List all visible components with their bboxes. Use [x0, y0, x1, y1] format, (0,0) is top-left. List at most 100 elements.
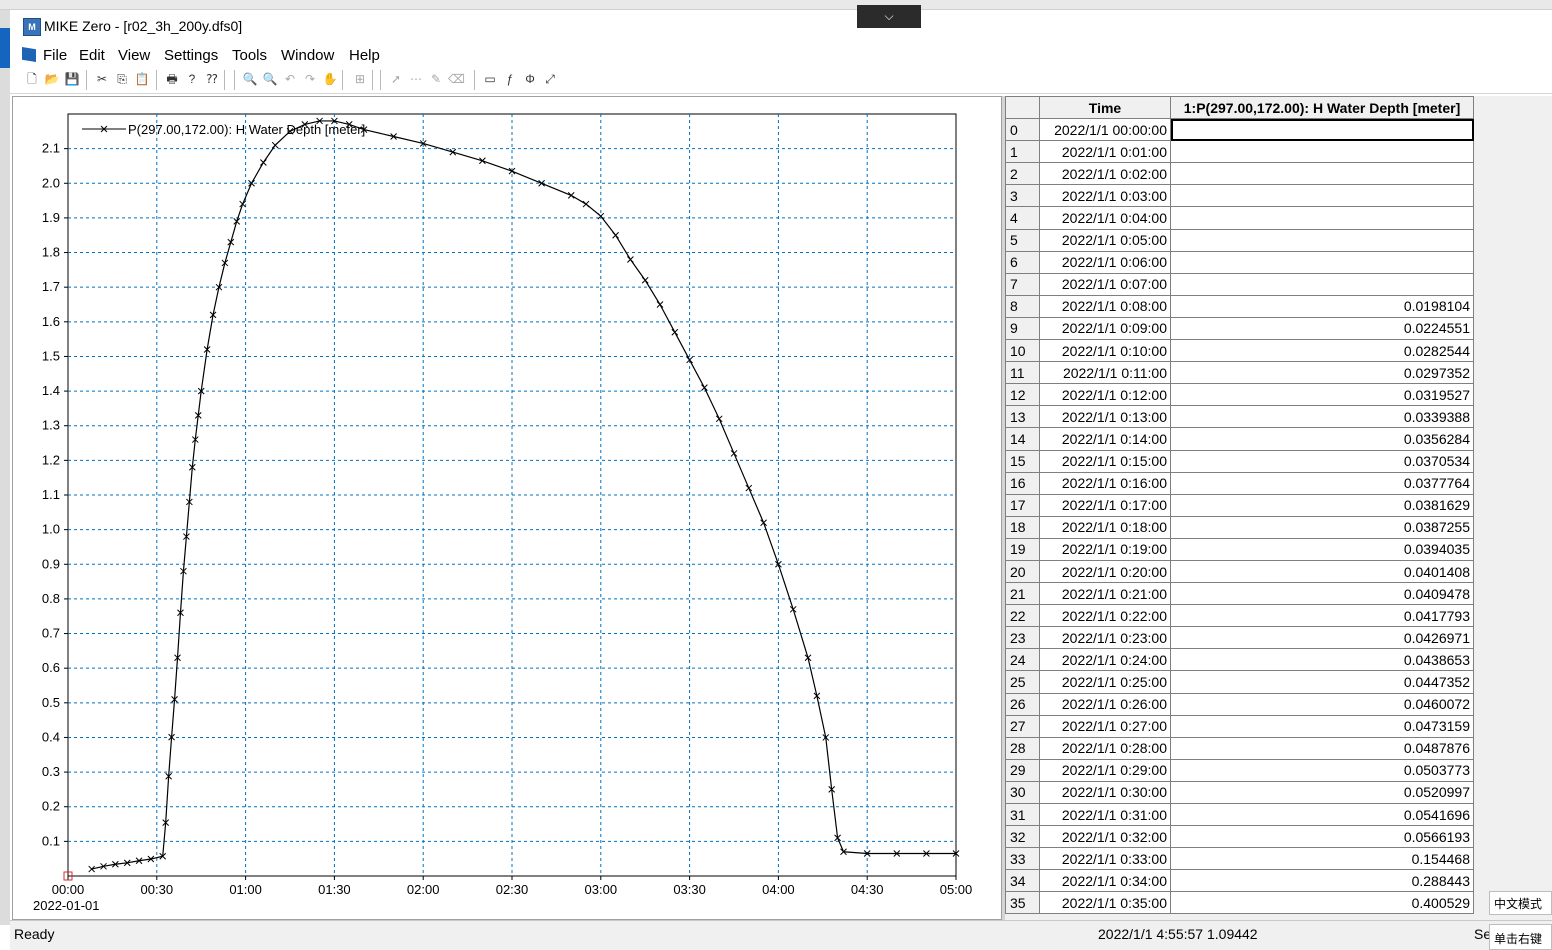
row-index[interactable]: 2	[1005, 162, 1040, 186]
row-index[interactable]: 4	[1005, 206, 1040, 230]
row-index[interactable]: 19	[1005, 537, 1040, 561]
paste-icon[interactable]: 📋	[134, 71, 150, 87]
time-cell[interactable]: 2022/1/1 0:35:00	[1039, 891, 1171, 915]
time-cell[interactable]: 2022/1/1 0:25:00	[1039, 670, 1171, 694]
zoom-extent-icon[interactable]: ⊞	[352, 71, 368, 87]
draw-line-icon[interactable]: ✎	[428, 71, 444, 87]
value-cell[interactable]	[1170, 272, 1474, 296]
row-index[interactable]: 14	[1005, 427, 1040, 451]
menu-settings[interactable]: Settings	[164, 47, 218, 64]
time-cell[interactable]: 2022/1/1 0:15:00	[1039, 449, 1171, 473]
row-index[interactable]: 18	[1005, 515, 1040, 539]
data-grid-pane[interactable]: Time 1:P(297.00,172.00): H Water Depth […	[1005, 96, 1552, 920]
time-cell[interactable]: 2022/1/1 0:12:00	[1039, 383, 1171, 407]
time-cell[interactable]: 2022/1/1 0:34:00	[1039, 869, 1171, 893]
value-cell[interactable]	[1170, 140, 1474, 164]
menu-tools[interactable]: Tools	[232, 47, 267, 64]
pan-icon[interactable]: ✋	[322, 71, 338, 87]
time-cell[interactable]: 2022/1/1 0:29:00	[1039, 758, 1171, 782]
context-help-icon[interactable]: ⁇	[204, 71, 220, 87]
new-file-icon[interactable]: 🗋	[24, 71, 40, 87]
save-icon[interactable]: 💾	[64, 71, 80, 87]
value-cell[interactable]	[1170, 250, 1474, 274]
row-index[interactable]: 7	[1005, 272, 1040, 296]
copy-icon[interactable]: ⎘	[114, 71, 130, 87]
time-cell[interactable]: 2022/1/1 0:02:00	[1039, 162, 1171, 186]
row-index[interactable]: 1	[1005, 140, 1040, 164]
row-index[interactable]: 28	[1005, 736, 1040, 760]
value-cell[interactable]: 0.0297352	[1170, 361, 1474, 385]
select-pointer-icon[interactable]: ➚	[388, 71, 404, 87]
collapse-chevron-icon[interactable]: ⌵	[857, 5, 921, 28]
value-cell[interactable]: 0.0520997	[1170, 780, 1474, 805]
rectangle-select-icon[interactable]: ▭	[482, 71, 498, 87]
grid-row[interactable]: 14 2022/1/1 0:14:00 0.0356284	[1005, 427, 1474, 451]
grid-row[interactable]: 13 2022/1/1 0:13:00 0.0339388	[1005, 405, 1474, 429]
grid-row[interactable]: 9 2022/1/1 0:09:00 0.0224551	[1005, 316, 1474, 341]
time-cell[interactable]: 2022/1/1 0:14:00	[1039, 427, 1171, 451]
function-icon[interactable]: ƒ	[502, 71, 518, 87]
grid-row[interactable]: 33 2022/1/1 0:33:00 0.154468	[1005, 847, 1474, 871]
value-cell[interactable]: 0.400529	[1170, 891, 1474, 915]
row-index[interactable]: 13	[1005, 405, 1040, 429]
value-cell[interactable]: 0.0377764	[1170, 471, 1474, 495]
grid-row[interactable]: 3 2022/1/1 0:03:00	[1005, 184, 1474, 208]
time-cell[interactable]: 2022/1/1 0:06:00	[1039, 250, 1171, 274]
time-cell[interactable]: 2022/1/1 0:08:00	[1039, 294, 1171, 318]
grid-row[interactable]: 12 2022/1/1 0:12:00 0.0319527	[1005, 383, 1474, 407]
data-grid[interactable]: Time 1:P(297.00,172.00): H Water Depth […	[1005, 96, 1474, 915]
value-cell[interactable]	[1170, 162, 1474, 186]
value-cell[interactable]: 0.0487876	[1170, 736, 1474, 760]
value-cell[interactable]	[1170, 206, 1474, 230]
value-cell[interactable]: 0.0447352	[1170, 670, 1474, 694]
grid-row[interactable]: 26 2022/1/1 0:26:00 0.0460072	[1005, 692, 1474, 716]
grid-row[interactable]: 25 2022/1/1 0:25:00 0.0447352	[1005, 670, 1474, 694]
time-cell[interactable]: 2022/1/1 0:23:00	[1039, 626, 1171, 650]
edit-points-icon[interactable]: ⋯	[408, 71, 424, 87]
time-cell[interactable]: 2022/1/1 0:28:00	[1039, 736, 1171, 760]
time-cell[interactable]: 2022/1/1 0:32:00	[1039, 825, 1171, 849]
time-cell[interactable]: 2022/1/1 0:16:00	[1039, 471, 1171, 495]
time-cell[interactable]: 2022/1/1 0:01:00	[1039, 140, 1171, 164]
time-cell[interactable]: 2022/1/1 0:11:00	[1039, 361, 1171, 385]
row-index[interactable]: 29	[1005, 758, 1040, 782]
cut-icon[interactable]: ✂	[94, 71, 110, 87]
value-cell[interactable]: 0.0282544	[1170, 339, 1474, 363]
zoom-in-icon[interactable]: 🔍	[242, 71, 258, 87]
value-cell[interactable]: 0.154468	[1170, 847, 1474, 871]
row-index[interactable]: 34	[1005, 869, 1040, 893]
value-cell[interactable]: 0.0417793	[1170, 604, 1474, 628]
grid-row[interactable]: 20 2022/1/1 0:20:00 0.0401408	[1005, 559, 1474, 584]
document-menu-icon[interactable]	[22, 47, 36, 62]
row-index[interactable]: 3	[1005, 184, 1040, 208]
zoom-previous-icon[interactable]: ↶	[282, 71, 298, 87]
time-cell[interactable]: 2022/1/1 0:17:00	[1039, 493, 1171, 517]
value-cell[interactable]: 0.0503773	[1170, 758, 1474, 782]
row-index[interactable]: 17	[1005, 493, 1040, 517]
grid-row[interactable]: 23 2022/1/1 0:23:00 0.0426971	[1005, 626, 1474, 650]
grid-row[interactable]: 27 2022/1/1 0:27:00 0.0473159	[1005, 714, 1474, 738]
value-cell[interactable]: 0.0381629	[1170, 493, 1474, 517]
menu-help[interactable]: Help	[349, 47, 380, 64]
grid-row[interactable]: 4 2022/1/1 0:04:00	[1005, 206, 1474, 230]
row-index[interactable]: 25	[1005, 670, 1040, 694]
time-cell[interactable]: 2022/1/1 0:13:00	[1039, 405, 1171, 429]
grid-row[interactable]: 19 2022/1/1 0:19:00 0.0394035	[1005, 537, 1474, 561]
time-cell[interactable]: 2022/1/1 0:21:00	[1039, 582, 1171, 606]
row-index[interactable]: 22	[1005, 604, 1040, 628]
plot-pane[interactable]: 00:00 00:30 01:00 01:30 02:00 02:30 03:00 03:30…	[12, 96, 1002, 920]
grid-row[interactable]: 31 2022/1/1 0:31:00 0.0541696	[1005, 802, 1474, 827]
row-index[interactable]: 31	[1005, 802, 1040, 827]
grid-row[interactable]: 6 2022/1/1 0:06:00	[1005, 250, 1474, 274]
menu-file[interactable]: File	[43, 47, 67, 64]
help-icon[interactable]: ?	[184, 71, 200, 87]
row-index[interactable]: 6	[1005, 250, 1040, 274]
time-cell[interactable]: 2022/1/1 0:33:00	[1039, 847, 1171, 871]
value-cell[interactable]: 0.0409478	[1170, 582, 1474, 606]
value-cell[interactable]: 0.0370534	[1170, 449, 1474, 473]
ime-mode-indicator[interactable]: 中文模式	[1489, 891, 1552, 915]
value-cell[interactable]: 0.0387255	[1170, 515, 1474, 539]
grid-row[interactable]: 2 2022/1/1 0:02:00	[1005, 162, 1474, 186]
time-cell[interactable]: 2022/1/1 0:22:00	[1039, 604, 1171, 628]
row-index[interactable]: 33	[1005, 847, 1040, 871]
